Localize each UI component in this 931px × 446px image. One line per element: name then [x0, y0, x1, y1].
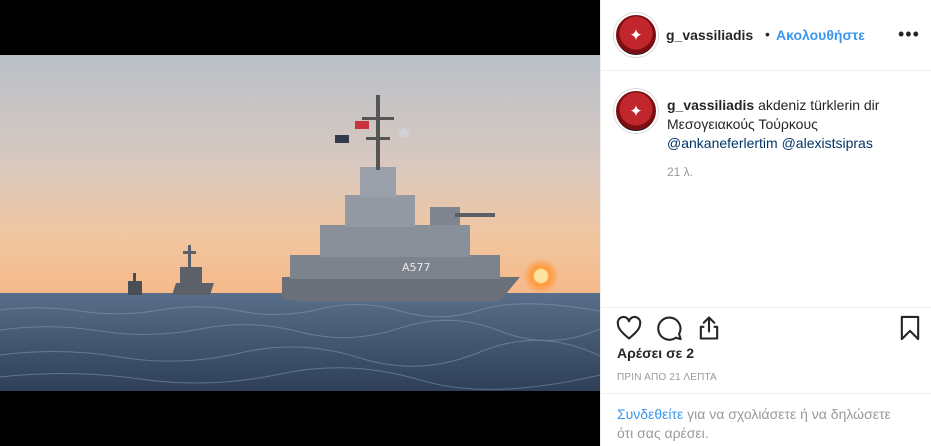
- eagle-emblem-icon: ✦: [629, 101, 643, 121]
- avatar[interactable]: ✦: [614, 13, 658, 57]
- caption-avatar[interactable]: ✦: [614, 89, 658, 133]
- caption-line1: akdeniz türklerin dir: [758, 97, 880, 113]
- mention-link[interactable]: @alexistsipras: [782, 135, 873, 151]
- naval-ships-photo: A577: [0, 55, 600, 391]
- header-username[interactable]: g_vassiliadis: [666, 27, 753, 43]
- post-side-panel: ✦ g_vassiliadis • Ακολουθήστε ••• ✦ g_va…: [600, 0, 931, 446]
- login-line1: Συνδεθείτε για να σχολιάσετε ή να δηλώσε…: [617, 405, 891, 423]
- follow-button[interactable]: Ακολουθήστε: [776, 27, 865, 43]
- caption-text: g_vassiliadis akdeniz türklerin dir Μεσο…: [667, 96, 922, 153]
- more-options-icon[interactable]: •••: [898, 24, 922, 44]
- hull-number: A577: [402, 261, 431, 274]
- caption-username[interactable]: g_vassiliadis: [667, 97, 754, 113]
- posted-time: ΠΡΙΝ ΑΠΟ 21 ΛΕΠΤΑ: [617, 372, 717, 383]
- caption-timestamp: 21 λ.: [667, 165, 694, 179]
- post-caption: ✦ g_vassiliadis akdeniz türklerin dir Με…: [601, 72, 931, 307]
- bookmark-icon[interactable]: [896, 314, 924, 342]
- post-media: A577: [0, 0, 600, 446]
- action-bar: [601, 307, 931, 347]
- likes-count[interactable]: Αρέσει σε 2: [617, 345, 694, 361]
- post-photo[interactable]: A577: [0, 55, 600, 391]
- separator-dot: •: [765, 26, 770, 42]
- caption-line2: Μεσογειακούς Τούρκους: [667, 116, 818, 132]
- login-link[interactable]: Συνδεθείτε: [617, 406, 683, 422]
- login-text: για να σχολιάσετε ή να δηλώσετε: [683, 406, 891, 422]
- post-header: ✦ g_vassiliadis • Ακολουθήστε •••: [601, 0, 931, 71]
- eagle-emblem-icon: ✦: [629, 25, 643, 45]
- login-prompt: Συνδεθείτε για να σχολιάσετε ή να δηλώσε…: [601, 393, 931, 446]
- heart-icon[interactable]: [615, 314, 643, 342]
- share-icon[interactable]: [695, 314, 723, 342]
- comment-icon[interactable]: [655, 314, 683, 342]
- mention-link[interactable]: @ankaneferlertim: [667, 135, 778, 151]
- login-line2: ότι σας αρέσει.: [617, 425, 709, 441]
